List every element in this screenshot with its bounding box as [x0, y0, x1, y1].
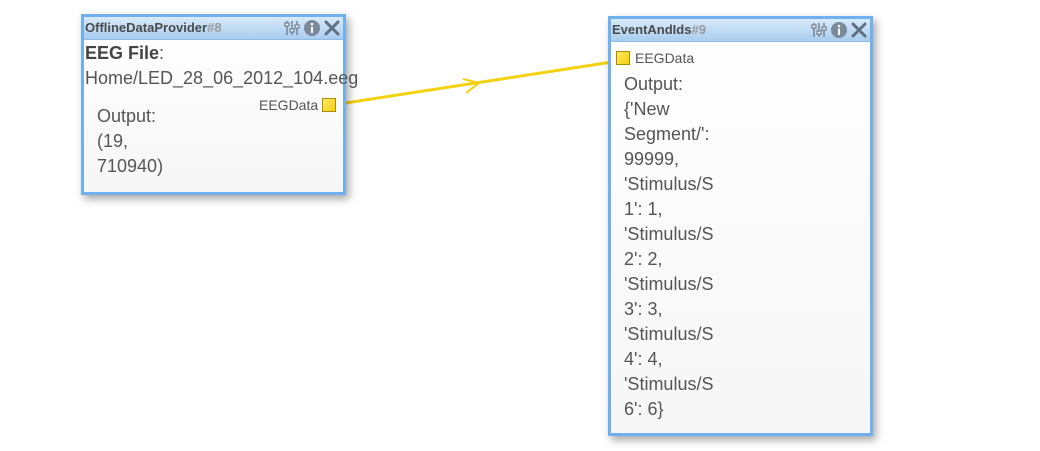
output-line: Segment/': — [624, 124, 710, 144]
node-title: EventAndIds#9 — [612, 22, 706, 37]
output-line: 2': 2, — [624, 249, 663, 269]
output-port-label: EEGData — [259, 97, 319, 113]
output-line: 1': 1, — [624, 199, 663, 219]
sliders-icon[interactable] — [283, 19, 301, 37]
close-icon[interactable] — [850, 21, 868, 39]
output-line: 'Stimulus/S — [624, 324, 714, 344]
output-line: 'Stimulus/S — [624, 174, 714, 194]
node-title: OfflineDataProvider#8 — [85, 20, 222, 35]
node-id: #8 — [207, 20, 222, 35]
output-label: Output: — [624, 74, 684, 94]
output-line: 6': 6} — [624, 399, 664, 419]
param-label: EEG File — [85, 43, 160, 63]
output-port[interactable] — [322, 98, 336, 112]
input-port[interactable] — [616, 51, 630, 65]
output-line: 'Stimulus/S — [624, 374, 714, 394]
info-icon[interactable] — [830, 21, 848, 39]
close-icon[interactable] — [323, 19, 341, 37]
param-colon: : — [159, 43, 165, 63]
connection-wire[interactable] — [338, 60, 613, 106]
output-line: 'Stimulus/S — [624, 224, 714, 244]
node-offline-data-provider[interactable]: OfflineDataProvider#8 EEG File: Home/LED… — [81, 14, 358, 195]
sliders-icon[interactable] — [810, 21, 828, 39]
node-id: #9 — [691, 22, 706, 37]
connection-arrow — [462, 78, 482, 94]
input-port-label: EEGData — [635, 50, 695, 66]
graph-canvas[interactable]: OfflineDataProvider#8 EEG File: Home/LED… — [0, 0, 1040, 451]
node-header[interactable]: EventAndIds#9 — [611, 19, 870, 42]
param-value: Home/LED_28_06_2012_104.eeg — [85, 68, 359, 88]
output-line: {'New — [624, 99, 670, 119]
output-line: 710940) — [97, 156, 164, 176]
output-line: 3': 3, — [624, 299, 663, 319]
param-eeg-file[interactable]: EEG File: — [85, 41, 164, 66]
node-name: OfflineDataProvider — [85, 20, 208, 35]
output-line: (19, — [97, 131, 129, 151]
info-icon[interactable] — [303, 19, 321, 37]
node-toolbar — [808, 20, 868, 40]
output-line: 'Stimulus/S — [624, 274, 714, 294]
node-toolbar — [281, 18, 341, 38]
output-label: Output: — [97, 106, 157, 126]
output-line: 99999, — [624, 149, 680, 169]
output-line: 4': 4, — [624, 349, 663, 369]
node-name: EventAndIds — [612, 22, 692, 37]
node-event-and-ids[interactable]: EventAndIds#9 EEGData Output: {'New Segm… — [608, 16, 873, 436]
node-header[interactable]: OfflineDataProvider#8 — [84, 17, 343, 40]
